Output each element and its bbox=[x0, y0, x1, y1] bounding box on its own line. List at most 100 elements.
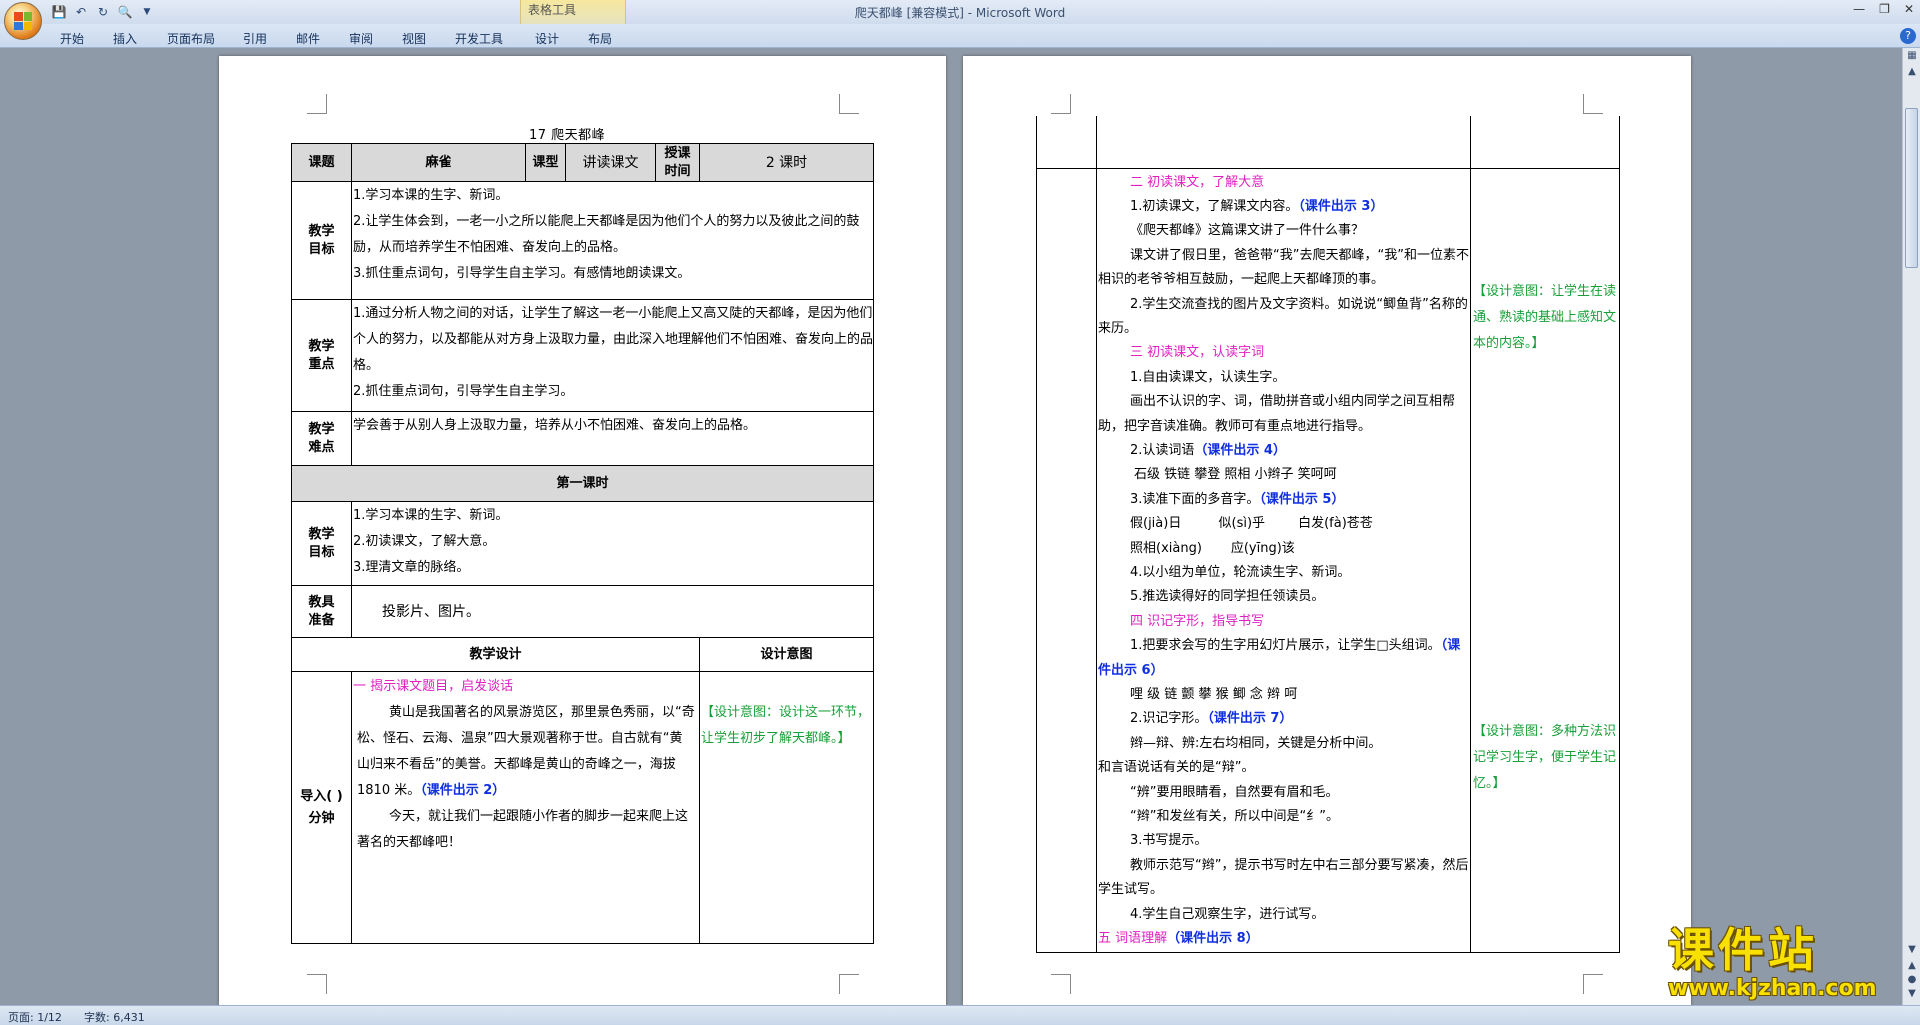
text-line: 2.学生交流查找的图片及文字资料。如说说“鲫鱼背”名称的来历。 bbox=[1098, 296, 1468, 336]
intent-cell[interactable]: 【设计意图：设计这一环节，让学生初步了解天都峰。】 bbox=[698, 671, 875, 944]
tab-mailings[interactable]: 邮件 bbox=[296, 30, 320, 47]
tab-page-layout[interactable]: 页面布局 bbox=[167, 30, 215, 47]
tab-developer[interactable]: 开发工具 bbox=[455, 30, 503, 47]
close-icon[interactable]: ✕ bbox=[1904, 2, 1914, 16]
header-cell[interactable]: 讲读课文 bbox=[565, 143, 656, 182]
tab-view[interactable]: 视图 bbox=[402, 30, 426, 47]
tab-references[interactable]: 引用 bbox=[243, 30, 267, 47]
table-row: 二 初读课文，了解大意 1.初读课文，了解课文内容。（课件出示 3） 《爬天都峰… bbox=[1036, 167, 1620, 953]
tab-layout[interactable]: 布局 bbox=[588, 30, 612, 47]
word-list: 石级 铁链 攀登 照相 小辫子 笑呵呵 bbox=[1134, 467, 1337, 483]
row-label[interactable]: 教学重点 bbox=[291, 299, 352, 412]
text-line: 教师示范写“辫”，提示书写时左中右三部分要写紧凑，然后学生试写。 bbox=[1098, 857, 1469, 898]
window-controls: — ❐ ✕ bbox=[1853, 2, 1914, 16]
row-label[interactable]: 教学目标 bbox=[291, 501, 352, 586]
ribbon-tab-bar: 开始 插入 页面布局 引用 邮件 审阅 视图 开发工具 设计 布局 bbox=[0, 24, 1920, 48]
section-heading: 五 词语理解 bbox=[1098, 931, 1168, 947]
text-line: 5.推选读得好的同学担任领读员。 bbox=[1130, 589, 1325, 605]
text-line: 2.让学生体会到，一老一小之所以能爬上天都峰是因为他们个人的努力以及彼此之间的鼓… bbox=[353, 214, 860, 255]
row-label[interactable]: 教学难点 bbox=[291, 411, 352, 466]
intent-header[interactable]: 设计意图 bbox=[698, 637, 875, 672]
minimize-icon[interactable]: — bbox=[1853, 2, 1865, 16]
vertical-scrollbar[interactable]: ▦ ▲ ▼ ▲ ● ▼ bbox=[1902, 48, 1920, 1005]
empty-cell[interactable] bbox=[1036, 116, 1097, 169]
empty-cell[interactable] bbox=[1096, 116, 1471, 169]
goals-cell[interactable]: 1.学习本课的生字、新词。 2.让学生体会到，一老一小之所以能爬上天都峰是因为他… bbox=[350, 181, 875, 300]
empty-label-cell[interactable] bbox=[1036, 167, 1097, 953]
tab-review[interactable]: 审阅 bbox=[349, 30, 373, 47]
watermark-url: www.kjzhan.com bbox=[1668, 976, 1877, 1001]
text-line: 课文讲了假日里，爸爸带“我”去爬天都峰，“我”和一位素不相识的老爷爷相互鼓励，一… bbox=[1098, 247, 1469, 288]
intent-note: 【设计意图：多种方法识记学习生字，便于学生记忆。】 bbox=[1473, 723, 1617, 791]
word-count[interactable]: 字数: 6,431 bbox=[84, 1009, 145, 1025]
slide-ref-link[interactable]: （课件出示 8） bbox=[1167, 931, 1259, 946]
slide-ref-link[interactable]: （课件出示 5） bbox=[1259, 492, 1344, 507]
scroll-down-icon[interactable]: ▼ bbox=[1906, 944, 1918, 956]
intro-design-cell[interactable]: 一 揭示课文题目，启发谈话 黄山是我国著名的风景游览区，那里景色秀丽，以“奇松、… bbox=[351, 671, 700, 944]
margin-corner bbox=[1051, 974, 1071, 994]
page-count[interactable]: 页面: 1/12 bbox=[8, 1009, 62, 1025]
text-line: 4.以小组为单位，轮流读生字、新词。 bbox=[1130, 565, 1351, 580]
tools-cell[interactable]: 投影片、图片。 bbox=[350, 585, 875, 638]
text-line: 2.抓住重点词句，引导学生自主学习。 bbox=[353, 384, 574, 399]
text-line: 学会善于从别人身上汲取力量，培养从小不怕困难、奋发向上的品格。 bbox=[353, 418, 757, 433]
key-points-cell[interactable]: 1.通过分析人物之间的对话，让学生了解这一老一小能爬上又高又陡的天都峰，是因为他… bbox=[350, 299, 875, 412]
design-header[interactable]: 教学设计 bbox=[291, 637, 700, 672]
table-row: 教具准备 投影片、图片。 bbox=[291, 585, 875, 638]
intent-note: 【设计意图：让学生在读通、熟读的基础上感知文本的内容。】 bbox=[1473, 283, 1617, 351]
slide-ref-link[interactable]: （课件出示 3） bbox=[1298, 199, 1383, 214]
text-line: 1.通过分析人物之间的对话，让学生了解这一老一小能爬上又高又陡的天都峰，是因为他… bbox=[353, 306, 874, 373]
header-cell[interactable]: 课型 bbox=[525, 143, 566, 182]
margin-corner bbox=[307, 974, 327, 994]
table-row: 第一课时 bbox=[290, 465, 875, 502]
previous-page-icon[interactable]: ▲ bbox=[1906, 960, 1918, 972]
margin-corner bbox=[1583, 94, 1603, 114]
slide-ref-link[interactable]: （课件出示 4） bbox=[1194, 443, 1286, 458]
empty-cell[interactable] bbox=[1470, 116, 1620, 169]
text-line: 1.学习本课的生字、新词。 bbox=[353, 508, 509, 523]
browse-object-icon[interactable]: ● bbox=[1906, 974, 1918, 986]
text-line: 1.初读课文，了解课文内容。 bbox=[1130, 198, 1299, 214]
text-line: 4.学生自己观察生字，进行试写。 bbox=[1130, 906, 1325, 922]
next-page-icon[interactable]: ▼ bbox=[1906, 988, 1918, 1000]
section-heading: 一 揭示课文题目，启发谈话 bbox=[353, 679, 514, 694]
lesson-plan-table-continued: 二 初读课文，了解大意 1.初读课文，了解课文内容。（课件出示 3） 《爬天都峰… bbox=[1036, 116, 1620, 953]
text-line: 3.读准下面的多音字。 bbox=[1130, 491, 1260, 507]
slide-ref-link[interactable]: （课件出示 2） bbox=[420, 783, 505, 798]
slide-ref-link[interactable]: （课件出示 7） bbox=[1207, 711, 1292, 726]
tab-design[interactable]: 设计 bbox=[535, 30, 559, 47]
lesson-title: 17 爬天都峰 bbox=[529, 128, 606, 143]
text-line: 3.抓住重点词句，引导学生自主学习。有感情地朗读课文。 bbox=[353, 266, 691, 281]
difficulty-cell[interactable]: 学会善于从别人身上汲取力量，培养从小不怕困难、奋发向上的品格。 bbox=[350, 411, 875, 466]
ruler-toggle-icon[interactable]: ▦ bbox=[1906, 50, 1918, 62]
first-period-header[interactable]: 第一课时 bbox=[290, 465, 875, 502]
margin-corner bbox=[307, 94, 327, 114]
design-cell[interactable]: 二 初读课文，了解大意 1.初读课文，了解课文内容。（课件出示 3） 《爬天都峰… bbox=[1096, 167, 1471, 953]
row-label[interactable]: 导入( )分钟 bbox=[291, 671, 352, 944]
text-line: 1.把要求会写的生字用幻灯片展示，让学生□头组词。 bbox=[1130, 638, 1441, 654]
help-icon[interactable]: ? bbox=[1900, 28, 1916, 44]
goals-cell[interactable]: 1.学习本课的生字、新词。 2.初读课文，了解大意。 3.理清文章的脉络。 bbox=[350, 501, 875, 586]
text-line: 1.自由读课文，认读生字。 bbox=[1130, 369, 1286, 385]
intent-cell[interactable]: 【设计意图：让学生在读通、熟读的基础上感知文本的内容。】 【设计意图：多种方法识… bbox=[1470, 167, 1620, 953]
header-cell[interactable]: 授课时间 bbox=[655, 143, 700, 182]
restore-icon[interactable]: ❐ bbox=[1879, 2, 1890, 16]
tab-insert[interactable]: 插入 bbox=[113, 30, 137, 47]
header-cell[interactable]: 麻雀 bbox=[351, 143, 526, 182]
scroll-up-icon[interactable]: ▲ bbox=[1906, 66, 1918, 78]
row-label[interactable]: 教具准备 bbox=[291, 585, 352, 638]
office-logo-icon bbox=[14, 12, 32, 30]
watermark-text: 课件站 bbox=[1668, 923, 1818, 977]
margin-corner bbox=[1051, 94, 1071, 114]
table-row: 教学重点 1.通过分析人物之间的对话，让学生了解这一老一小能爬上又高又陡的天都峰… bbox=[291, 299, 875, 412]
header-cell[interactable]: 课题 bbox=[291, 143, 352, 182]
office-button[interactable] bbox=[4, 2, 42, 40]
row-label[interactable]: 教学目标 bbox=[291, 181, 352, 300]
text-line: 2.初读课文，了解大意。 bbox=[353, 534, 496, 549]
tab-home[interactable]: 开始 bbox=[60, 30, 84, 47]
header-cell[interactable]: 2 课时 bbox=[698, 143, 875, 182]
scroll-thumb[interactable] bbox=[1905, 108, 1918, 268]
text-line: 2.识记字形。 bbox=[1130, 711, 1208, 727]
text-line: 3.书写提示。 bbox=[1130, 833, 1208, 849]
table-row bbox=[1036, 116, 1620, 169]
